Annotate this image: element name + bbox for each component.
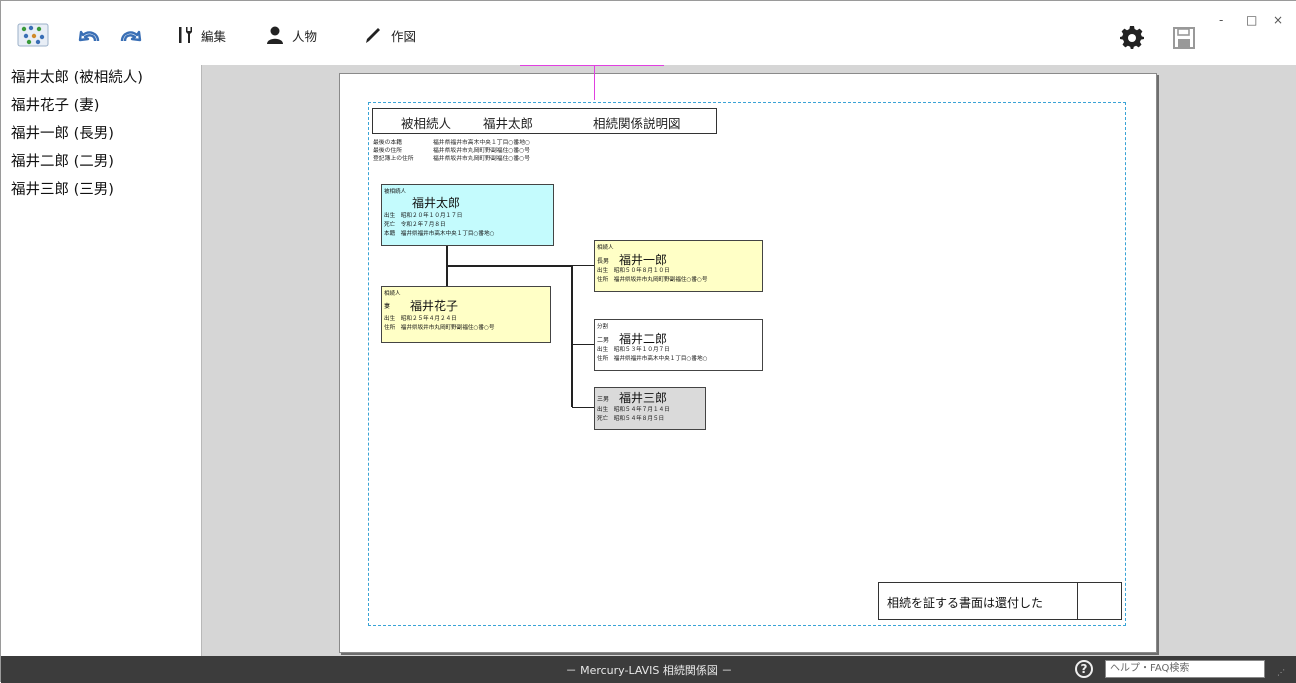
child-branch-line [572, 344, 594, 345]
person-menu-button[interactable]: 人物 [266, 21, 317, 49]
person-detail: 死亡 昭和５４年８月５日 [597, 416, 665, 422]
stamp-seal-cell [1077, 583, 1078, 619]
person-detail: 死亡 令和２年７月８日 [384, 222, 446, 228]
address-row: 登記簿上の住所 福井県坂井市丸岡町野副福住○番○号 [373, 155, 530, 163]
return-stamp-box[interactable]: 相続を証する書面は還付した [878, 582, 1122, 620]
address-label: 登記簿上の住所 [373, 156, 414, 162]
guide-line-horizontal [520, 65, 664, 66]
person-detail: 住所 福井県坂井市丸岡町野副福住○番○号 [597, 277, 708, 283]
address-row: 最後の本籍 福井県福井市高木中央１丁目○番地○ [373, 139, 530, 147]
address-value: 福井県坂井市丸岡町野副福住○番○号 [433, 148, 531, 154]
redo-icon[interactable] [117, 25, 143, 47]
child-branch-line [572, 265, 594, 266]
person-name: 福井花子 [410, 299, 459, 313]
stamp-text: 相続を証する書面は還付した [887, 596, 1044, 610]
resize-grip-icon[interactable]: ⋰ [1277, 668, 1285, 677]
title-role: 被相続人 [401, 116, 452, 131]
person-relation: 妻 [384, 303, 391, 310]
person-name: 福井太郎 [412, 196, 461, 210]
toolbar: 編集 人物 作図 - □ × [1, 1, 1296, 66]
title-doc: 相続関係説明図 [593, 116, 681, 131]
person-detail: 本籍 福井県福井市高木中央１丁目○番地○ [384, 231, 495, 237]
document-title-box[interactable]: 被相続人 福井太郎 相続関係説明図 [372, 108, 717, 134]
address-row: 最後の住所 福井県坂井市丸岡町野副福住○番○号 [373, 147, 530, 155]
child-branch-line [572, 407, 594, 408]
app-title: － Mercury-LAVIS 相続関係図 － [565, 664, 733, 677]
person-list: 福井太郎 (被相続人) 福井花子 (妻) 福井一郎 (長男) 福井二郎 (二男)… [1, 65, 202, 656]
app-logo-icon[interactable] [17, 21, 49, 49]
app-window: 編集 人物 作図 - □ × 福井太郎 (被相続人) 福井花子 (妻) 福井一郎… [0, 0, 1296, 683]
person-relation: 長男 [597, 258, 610, 265]
person-detail: 出生 昭和５４年７月１４日 [597, 407, 670, 413]
pen-icon [366, 28, 380, 43]
person-detail: 出生 昭和５０年８月１０日 [597, 268, 670, 274]
person-relation: 三男 [597, 396, 610, 403]
person-detail: 住所 福井県坂井市丸岡町野副福住○番○号 [384, 325, 495, 331]
person-detail: 出生 昭和２０年１０月１７日 [384, 213, 463, 219]
save-icon[interactable] [1173, 27, 1195, 49]
maximize-button[interactable]: □ [1246, 13, 1257, 27]
address-value: 福井県福井市高木中央１丁目○番地○ [433, 140, 531, 146]
sidebar-item-jiro[interactable]: 福井二郎 (二男) [1, 149, 201, 177]
address-label: 最後の住所 [373, 148, 402, 154]
person-label: 人物 [292, 28, 318, 44]
person-box-ichiro[interactable]: 相続人 長男 福井一郎 出生 昭和５０年８月１０日 住所 福井県坂井市丸岡町野副… [594, 240, 763, 292]
person-box-hanako[interactable]: 相続人 妻 福井花子 出生 昭和２５年４月２４日 住所 福井県坂井市丸岡町野副福… [381, 286, 551, 343]
address-value: 福井県坂井市丸岡町野副福住○番○号 [433, 156, 531, 162]
person-box-saburo[interactable]: 三男 福井三郎 出生 昭和５４年７月１４日 死亡 昭和５４年８月５日 [594, 387, 706, 430]
person-box-jiro[interactable]: 分割 二男 福井二郎 出生 昭和５３年１０月７日 住所 福井県福井市高木中央１丁… [594, 319, 763, 371]
edit-menu-button[interactable]: 編集 [177, 21, 226, 49]
person-detail: 出生 昭和２５年４月２４日 [384, 316, 457, 322]
person-detail: 出生 昭和５３年１０月７日 [597, 347, 670, 353]
help-search-input[interactable]: ヘルプ・FAQ検索 [1105, 660, 1265, 678]
undo-icon[interactable] [77, 25, 103, 47]
sidebar-item-ichiro[interactable]: 福井一郎 (長男) [1, 121, 201, 149]
person-name: 福井一郎 [619, 253, 668, 267]
edit-label: 編集 [201, 28, 227, 44]
sidebar-item-hanako[interactable]: 福井花子 (妻) [1, 93, 201, 121]
person-role: 相続人 [597, 245, 614, 251]
help-icon[interactable]: ? [1075, 660, 1093, 678]
close-button[interactable]: × [1273, 13, 1283, 27]
person-box-taro[interactable]: 被相続人 福井太郎 出生 昭和２０年１０月１７日 死亡 令和２年７月８日 本籍 … [381, 184, 554, 246]
children-trunk-line [571, 265, 573, 407]
guide-line-vertical [594, 66, 595, 100]
sidebar-item-taro[interactable]: 福井太郎 (被相続人) [1, 65, 201, 93]
person-icon [267, 26, 283, 44]
person-role: 被相続人 [384, 189, 407, 195]
person-name: 福井三郎 [619, 391, 668, 405]
tools-icon [179, 27, 192, 43]
draw-label: 作図 [391, 28, 417, 44]
draw-menu-button[interactable]: 作図 [363, 21, 416, 49]
minimize-button[interactable]: - [1219, 13, 1223, 27]
person-name: 福井二郎 [619, 332, 668, 346]
descendant-line [447, 265, 572, 267]
drawing-canvas[interactable]: 被相続人 福井太郎 相続関係説明図 最後の本籍 福井県福井市高木中央１丁目○番地○… [202, 65, 1296, 656]
document-page[interactable]: 被相続人 福井太郎 相続関係説明図 最後の本籍 福井県福井市高木中央１丁目○番地○… [339, 66, 1157, 653]
person-detail: 住所 福井県福井市高木中央１丁目○番地○ [597, 356, 708, 362]
sidebar-item-saburo[interactable]: 福井三郎 (三男) [1, 177, 201, 205]
person-role: 相続人 [384, 291, 401, 297]
person-role: 分割 [597, 324, 609, 330]
address-label: 最後の本籍 [373, 140, 402, 146]
title-name: 福井太郎 [483, 116, 534, 131]
person-relation: 二男 [597, 337, 610, 344]
status-bar: － Mercury-LAVIS 相続関係図 － ? ヘルプ・FAQ検索 ⋰ [1, 656, 1296, 683]
gear-icon[interactable] [1120, 25, 1144, 49]
